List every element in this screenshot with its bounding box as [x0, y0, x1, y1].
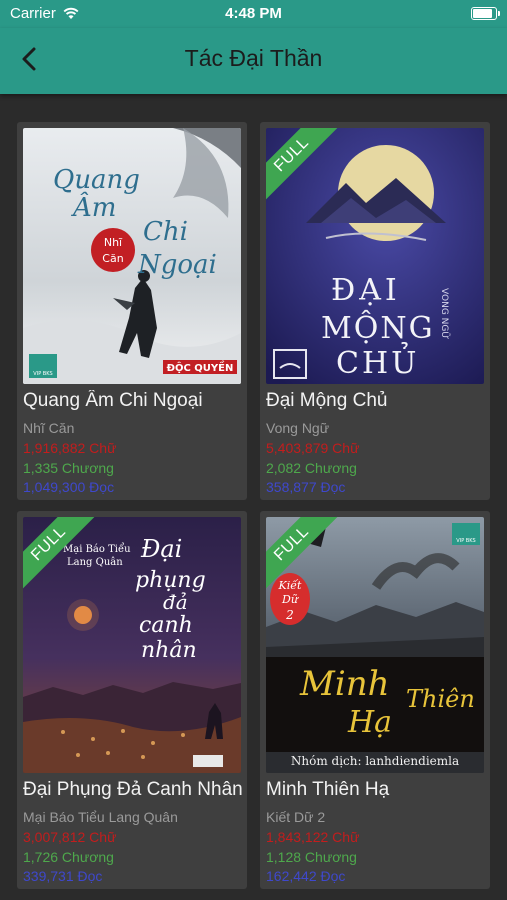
clock: 4:48 PM [225, 5, 282, 22]
cover-author-1: Nhĩ [104, 236, 123, 249]
cover-title-1: Đại [140, 535, 182, 563]
book-cover: Mại Báo Tiểu Lang Quân Đại phụng đả canh… [23, 517, 241, 773]
book-word-count: 3,007,812 Chữ [23, 829, 117, 845]
book-read-count: 1,049,300 Đọc [23, 479, 115, 495]
cover-title-1: ĐẠI [331, 273, 401, 308]
cover-title-1: Quang [53, 165, 140, 195]
book-author: Nhĩ Căn [23, 420, 75, 436]
battery-icon [471, 7, 500, 20]
status-bar: Carrier 4:48 PM [0, 0, 507, 28]
cover-translator: Nhóm dịch: lanhdiendiemla [291, 754, 459, 768]
cover-title-2: MỘNG [321, 310, 435, 346]
cover-title-4: canh [139, 613, 193, 638]
cover-exclusive: ĐỘC QUYỀN [167, 360, 234, 374]
page-title: Tác Đại Thần [184, 45, 323, 71]
cover-author: VONG NGỮ [439, 288, 451, 339]
book-chapter-count: 1,128 Chương [266, 849, 357, 865]
cover-title-3: Thiên [406, 685, 475, 713]
cover-author-2: Dữ [281, 593, 299, 606]
book-title: Đại Phụng Đả Canh Nhân [23, 779, 243, 800]
cover-author-3: 2 [285, 608, 294, 622]
book-author: Mại Báo Tiểu Lang Quân [23, 809, 178, 825]
cover-vip-logo: VIP BKS [456, 538, 475, 544]
cover-title-1: Minh [299, 664, 389, 704]
book-cover: ĐẠI MỘNG CHỦ VONG NGỮ FULL [266, 128, 484, 384]
cover-vip-logo: VIP BKS [33, 371, 52, 377]
book-title: Quang Âm Chi Ngoại [23, 390, 203, 411]
cover-author-2: Lang Quân [67, 557, 123, 568]
cover-title-2: Hạ [347, 705, 392, 740]
book-card[interactable]: Kiết Dữ 2 Minh Hạ Thiên Nhóm dịch: lanhd… [260, 511, 490, 889]
book-chapter-count: 2,082 Chương [266, 460, 357, 476]
book-read-count: 339,731 Đọc [23, 868, 103, 884]
book-word-count: 1,843,122 Chữ [266, 829, 360, 845]
cover-author-2: Căn [102, 252, 123, 265]
book-author: Kiết Dữ 2 [266, 809, 326, 825]
cover-title-3: đả [163, 590, 188, 614]
battery-level [473, 9, 493, 18]
cover-author-1: Mại Báo Tiểu [63, 543, 131, 555]
navigation-bar: Tác Đại Thần [0, 28, 507, 94]
cover-title-3: Chi [143, 217, 188, 247]
cover-title-3: CHỦ [336, 341, 419, 381]
book-title: Minh Thiên Hạ [266, 779, 390, 800]
book-cover: Kiết Dữ 2 Minh Hạ Thiên Nhóm dịch: lanhd… [266, 517, 484, 773]
cover-title-5: nhân [141, 638, 197, 663]
book-card[interactable]: Mại Báo Tiểu Lang Quân Đại phụng đả canh… [17, 511, 247, 889]
cover-title-4: Ngoại [137, 250, 217, 280]
book-chapter-count: 1,726 Chương [23, 849, 114, 865]
book-word-count: 5,403,879 Chữ [266, 440, 360, 456]
book-read-count: 358,877 Đọc [266, 479, 346, 495]
book-author: Vong Ngữ [266, 420, 330, 436]
cover-author-1: Kiết [278, 579, 303, 592]
book-chapter-count: 1,335 Chương [23, 460, 114, 476]
book-card[interactable]: Quang Âm Chi Ngoại Nhĩ Căn VIP BKS ĐỘC Q… [17, 122, 247, 500]
book-card[interactable]: ĐẠI MỘNG CHỦ VONG NGỮ FULL Đại Mộng Chủ … [260, 122, 490, 500]
book-title: Đại Mộng Chủ [266, 390, 388, 411]
book-word-count: 1,916,882 Chữ [23, 440, 117, 456]
cover-title-2: Âm [71, 191, 116, 223]
book-cover: Quang Âm Chi Ngoại Nhĩ Căn VIP BKS ĐỘC Q… [23, 128, 241, 384]
cover-art: Quang Âm Chi Ngoại Nhĩ Căn VIP BKS ĐỘC Q… [23, 128, 241, 384]
book-read-count: 162,442 Đọc [266, 868, 346, 884]
